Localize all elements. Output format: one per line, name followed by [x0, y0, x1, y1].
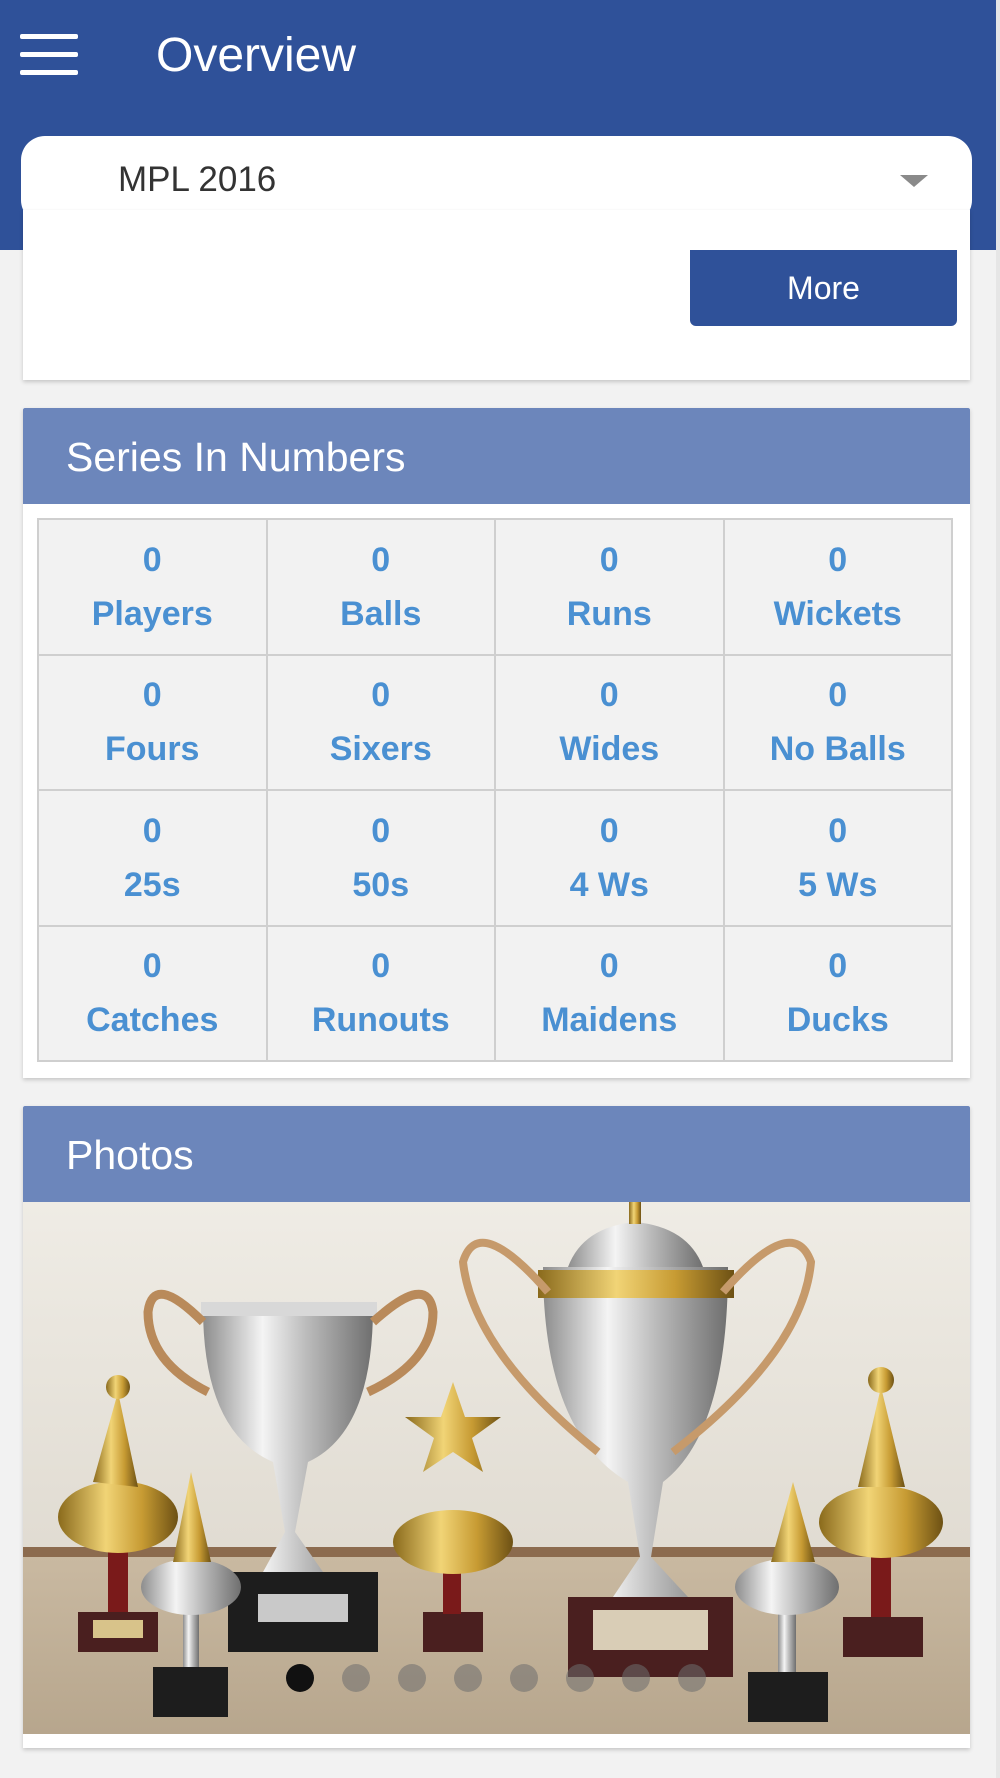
stat-cell-50s[interactable]: 0 50s: [265, 789, 496, 927]
hamburger-menu-icon[interactable]: [20, 34, 80, 78]
stat-value: 0: [599, 811, 619, 850]
stat-value: 0: [371, 540, 391, 579]
stats-row: 0 Fours 0 Sixers 0 Wides 0 No Balls: [37, 653, 953, 791]
photos-header: Photos: [23, 1106, 970, 1202]
stat-label: Players: [91, 594, 213, 633]
stat-label: Catches: [86, 1001, 219, 1040]
stat-label: 5 Ws: [798, 865, 878, 904]
stat-cell-maidens[interactable]: 0 Maidens: [494, 924, 725, 1062]
stat-label: Wickets: [773, 594, 902, 633]
stat-label: No Balls: [769, 730, 906, 769]
stats-grid: 0 Players 0 Balls 0 Runs 0 Wickets 0 Fours 0 Sixers…: [37, 518, 953, 1062]
stat-label: Runs: [566, 594, 652, 633]
stat-label: Runouts: [311, 1001, 450, 1040]
stat-label: Sixers: [329, 730, 432, 769]
photos-card: Photos: [23, 1106, 970, 1748]
stat-value: 0: [371, 676, 391, 715]
stats-row: 0 25s 0 50s 0 4 Ws 0 5 Ws: [37, 789, 953, 927]
stats-row: 0 Players 0 Balls 0 Runs 0 Wickets: [37, 518, 953, 656]
stat-label: 25s: [123, 865, 181, 904]
stat-cell-fours[interactable]: 0 Fours: [37, 653, 268, 791]
carousel-dot[interactable]: [566, 1664, 594, 1692]
stat-cell-no-balls[interactable]: 0 No Balls: [722, 653, 953, 791]
carousel-dot[interactable]: [510, 1664, 538, 1692]
stats-row: 0 Catches 0 Runouts 0 Maidens 0 Ducks: [37, 924, 953, 1062]
scrollbar[interactable]: [996, 0, 1000, 1778]
carousel-dot[interactable]: [454, 1664, 482, 1692]
trophy-photo[interactable]: [23, 1202, 970, 1734]
stat-label: Balls: [340, 594, 422, 633]
stat-cell-wides[interactable]: 0 Wides: [494, 653, 725, 791]
stat-value: 0: [142, 540, 162, 579]
stat-cell-wickets[interactable]: 0 Wickets: [722, 518, 953, 656]
carousel-dots: [0, 1664, 1000, 1694]
stat-cell-ducks[interactable]: 0 Ducks: [722, 924, 953, 1062]
carousel-dot[interactable]: [678, 1664, 706, 1692]
stat-cell-balls[interactable]: 0 Balls: [265, 518, 496, 656]
stat-label: 4 Ws: [569, 865, 649, 904]
photos-title: Photos: [66, 1132, 194, 1178]
stat-label: 50s: [352, 865, 410, 904]
stat-label: Wides: [559, 730, 660, 769]
carousel-dot[interactable]: [286, 1664, 314, 1692]
stat-cell-runouts[interactable]: 0 Runouts: [265, 924, 496, 1062]
stat-label: Ducks: [786, 1001, 889, 1040]
stat-value: 0: [828, 676, 848, 715]
stat-label: Maidens: [541, 1001, 678, 1040]
stat-cell-players[interactable]: 0 Players: [37, 518, 268, 656]
stat-value: 0: [828, 540, 848, 579]
stat-cell-5-ws[interactable]: 0 5 Ws: [722, 789, 953, 927]
carousel-dot[interactable]: [398, 1664, 426, 1692]
stat-cell-sixers[interactable]: 0 Sixers: [265, 653, 496, 791]
stat-cell-runs[interactable]: 0 Runs: [494, 518, 725, 656]
series-in-numbers-header: Series In Numbers: [23, 408, 970, 504]
stat-value: 0: [142, 676, 162, 715]
stat-value: 0: [599, 676, 619, 715]
stat-value: 0: [828, 947, 848, 986]
carousel-dot[interactable]: [622, 1664, 650, 1692]
stat-value: 0: [599, 540, 619, 579]
more-button[interactable]: More: [690, 250, 957, 326]
stat-value: 0: [828, 811, 848, 850]
stat-value: 0: [371, 811, 391, 850]
series-in-numbers-card: Series In Numbers 0 Players 0 Balls 0 Runs 0 Wi…: [23, 408, 970, 1078]
stat-value: 0: [371, 947, 391, 986]
stat-value: 0: [142, 947, 162, 986]
caret-down-icon: [900, 175, 928, 187]
carousel-dot[interactable]: [342, 1664, 370, 1692]
summary-card: More: [23, 210, 970, 380]
stat-cell-4-ws[interactable]: 0 4 Ws: [494, 789, 725, 927]
page-title: Overview: [156, 29, 357, 82]
series-in-numbers-title: Series In Numbers: [66, 434, 406, 480]
stat-value: 0: [599, 947, 619, 986]
stat-label: Fours: [105, 730, 200, 769]
series-select-value: MPL 2016: [118, 160, 277, 199]
stat-cell-25s[interactable]: 0 25s: [37, 789, 268, 927]
stat-cell-catches[interactable]: 0 Catches: [37, 924, 268, 1062]
stat-value: 0: [142, 811, 162, 850]
